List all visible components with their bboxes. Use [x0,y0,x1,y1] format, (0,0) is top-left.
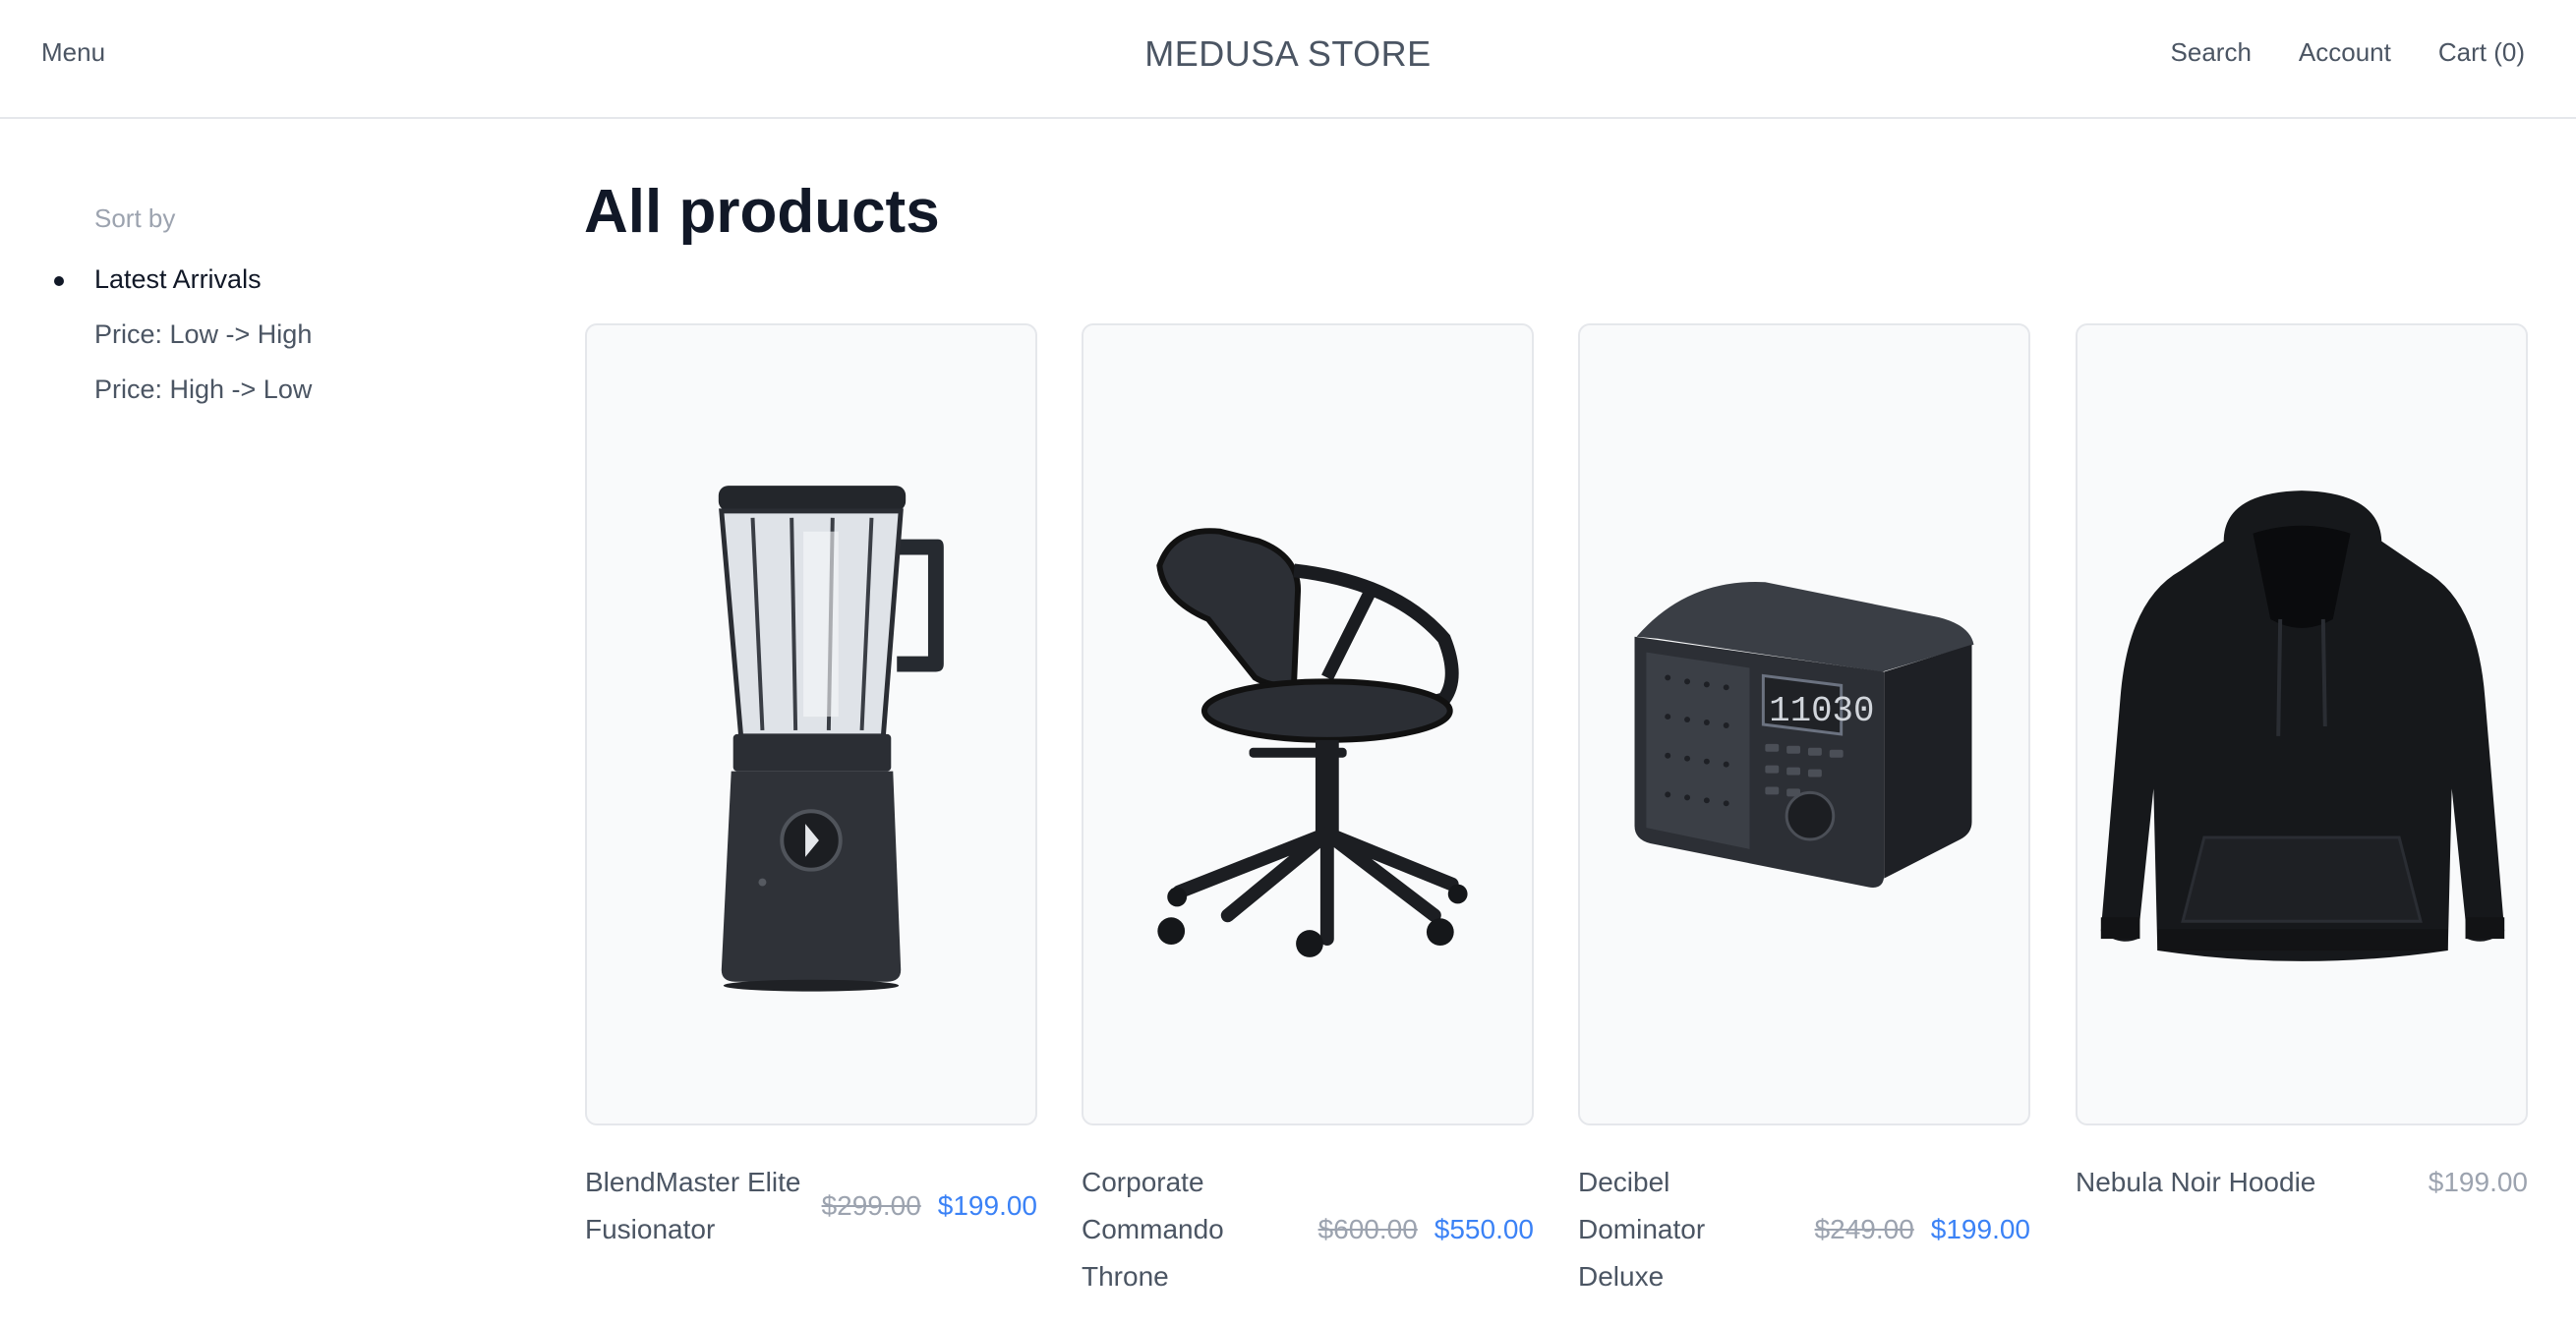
sort-option-price-low-high[interactable]: Price: Low -> High [94,319,312,350]
product-price: $249.00 $199.00 [1815,1206,2030,1253]
original-price: $249.00 [1814,1214,1914,1244]
page-title: All products [584,178,940,246]
product-thumbnail[interactable] [2076,323,2528,1125]
product-card[interactable]: Nebula Noir Hoodie $199.00 [2076,323,2528,1306]
sale-price: $550.00 [1434,1214,1534,1244]
sort-heading: Sort by [94,203,176,233]
product-info: Corporate Commando Throne $600.00 $550.0… [1082,1159,1534,1306]
account-link[interactable]: Account [2299,37,2391,68]
selected-bullet-icon [54,276,64,286]
sort-option-price-high-low[interactable]: Price: High -> Low [94,374,312,405]
blender-image [718,486,944,992]
sort-option-latest-arrivals[interactable]: Latest Arrivals [94,264,262,295]
site-header: Menu MEDUSA STORE Search Account Cart (0… [0,0,2576,119]
original-price: $600.00 [1317,1214,1418,1244]
product-card[interactable]: BlendMaster Elite Fusionator $299.00 $19… [585,323,1037,1306]
cart-link[interactable]: Cart (0) [2438,37,2525,68]
product-info: Nebula Noir Hoodie $199.00 [2076,1159,2528,1306]
radio-display-text: 11030 [1769,691,1874,731]
product-price: $199.00 [2429,1159,2528,1206]
product-thumbnail[interactable]: 11030 [1578,323,2030,1125]
radio-speaker-image: 11030 [1634,582,1974,889]
original-price: $299.00 [821,1190,921,1221]
hoodie-image [2100,490,2505,961]
product-title[interactable]: Corporate Commando Throne [1082,1159,1249,1300]
search-link[interactable]: Search [2171,37,2252,68]
product-info: Decibel Dominator Deluxe $249.00 $199.00 [1578,1159,2030,1306]
product-title[interactable]: Decibel Dominator Deluxe [1578,1159,1745,1300]
product-title[interactable]: BlendMaster Elite Fusionator [585,1159,821,1253]
product-card[interactable]: Corporate Commando Throne $600.00 $550.0… [1082,323,1534,1306]
product-card[interactable]: 11030 Decibel Dominator Deluxe $249.00 $… [1578,323,2030,1306]
product-thumbnail[interactable] [1082,323,1534,1125]
product-thumbnail[interactable] [585,323,1037,1125]
store-logo-link[interactable]: MEDUSA STORE [1144,33,1431,74]
sale-price: $199.00 [937,1190,1037,1221]
product-price: $600.00 $550.00 [1318,1206,1534,1253]
product-info: BlendMaster Elite Fusionator $299.00 $19… [585,1159,1037,1306]
product-title[interactable]: Nebula Noir Hoodie [2076,1159,2371,1206]
product-price: $299.00 $199.00 [822,1182,1037,1230]
regular-price: $199.00 [2428,1167,2528,1197]
header-nav: Search Account Cart (0) [2171,37,2525,68]
sale-price: $199.00 [1930,1214,2030,1244]
office-chair-image [1156,528,1468,957]
